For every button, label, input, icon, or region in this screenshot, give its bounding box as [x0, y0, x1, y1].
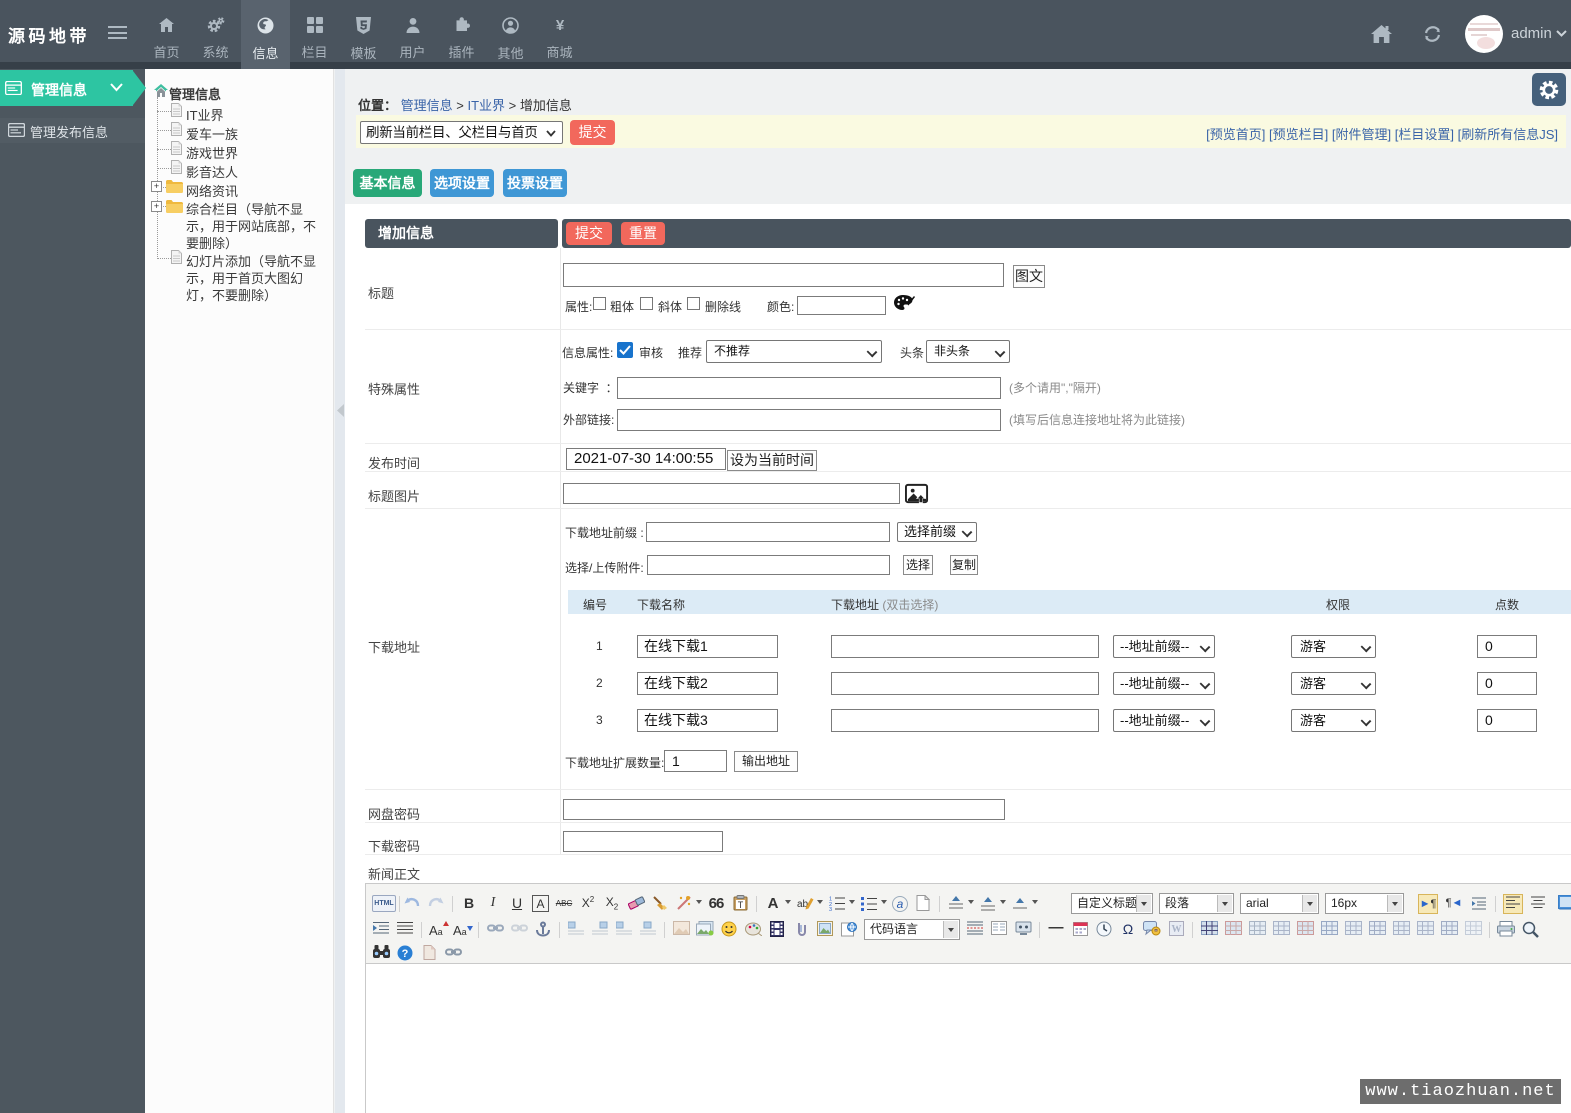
svg-text:¥: ¥ — [555, 17, 564, 33]
svg-text:W: W — [1171, 924, 1181, 935]
svg-text:T: T — [737, 900, 743, 910]
svg-text:3: 3 — [829, 907, 832, 911]
svg-text:?: ? — [402, 948, 409, 960]
